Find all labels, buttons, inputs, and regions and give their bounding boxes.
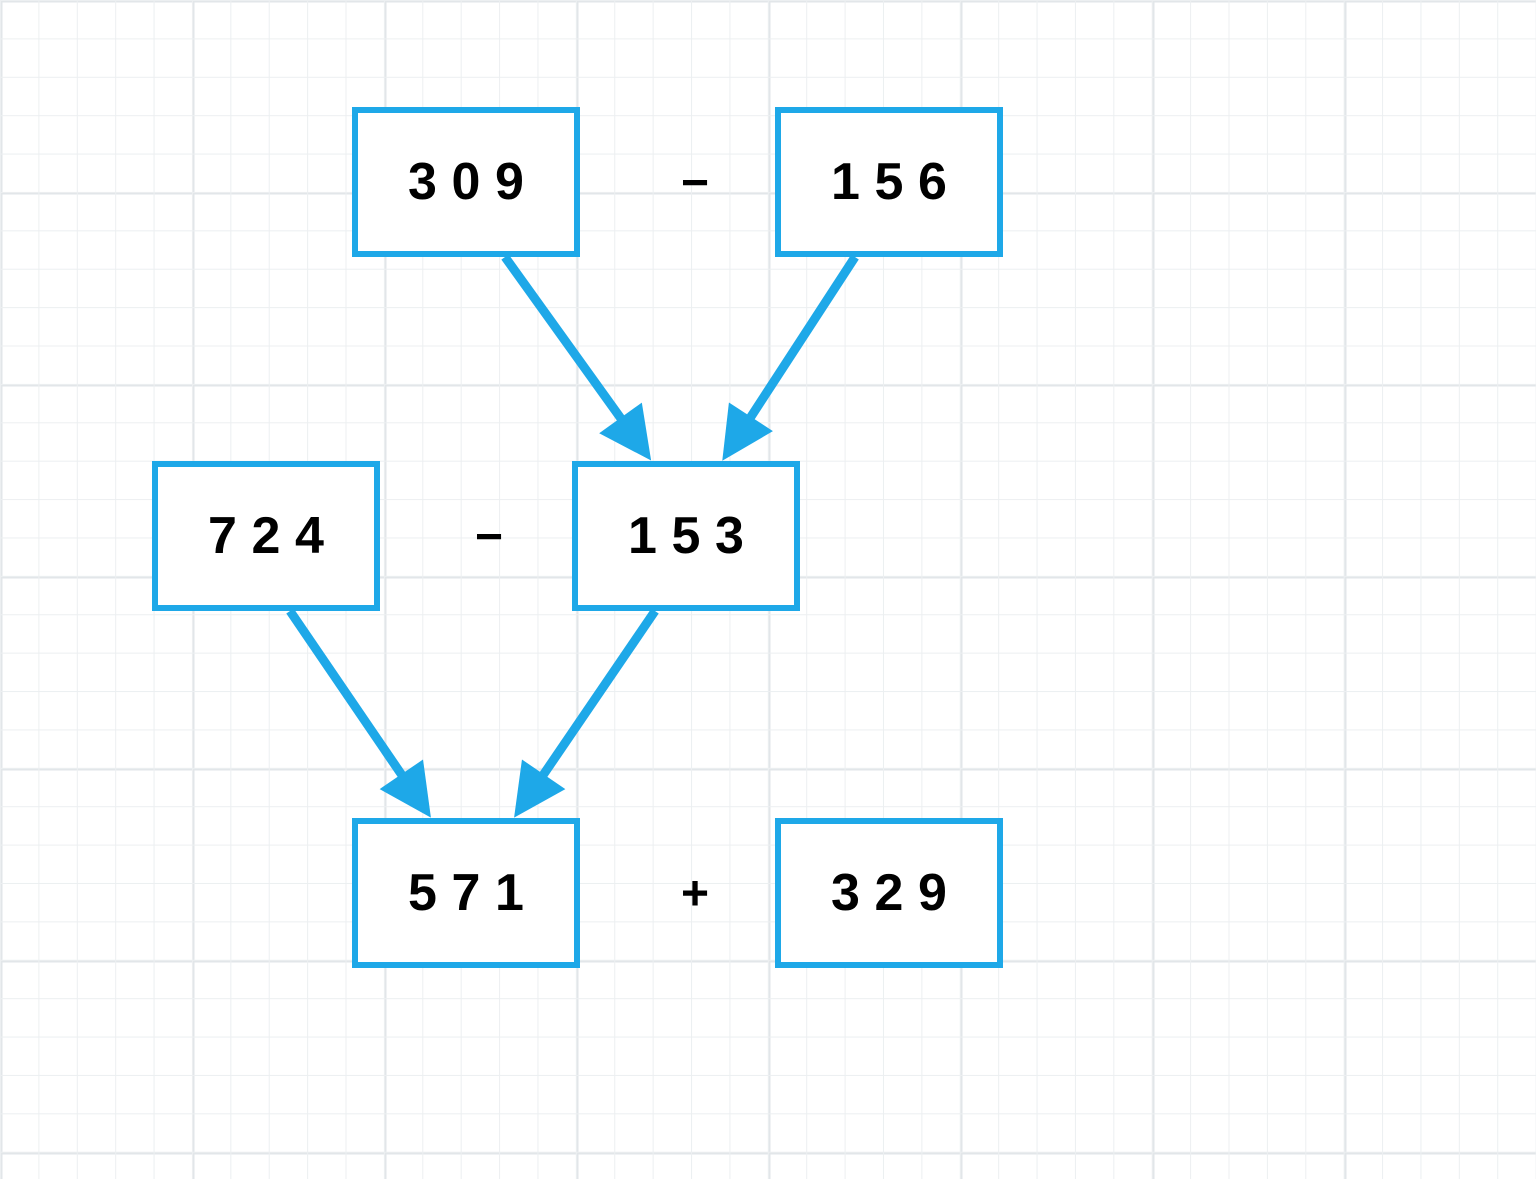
op-row1: −	[681, 156, 709, 211]
box-e-value: 571	[394, 863, 539, 923]
diagram-canvas: 309 − 156 724 − 153 571 + 329	[0, 0, 1536, 1179]
op-row3: +	[681, 867, 709, 922]
arrow-c-to-e	[290, 611, 425, 809]
box-b-value: 156	[817, 152, 962, 212]
arrow-d-to-e	[520, 611, 655, 809]
box-e: 571	[352, 818, 580, 968]
box-a-value: 309	[394, 152, 539, 212]
box-b: 156	[775, 107, 1003, 257]
box-c: 724	[152, 461, 380, 611]
box-d: 153	[572, 461, 800, 611]
box-d-value: 153	[614, 506, 759, 566]
box-a: 309	[352, 107, 580, 257]
arrow-a-to-d	[505, 257, 645, 452]
box-f: 329	[775, 818, 1003, 968]
arrow-b-to-d	[728, 257, 855, 452]
box-f-value: 329	[817, 863, 962, 923]
box-c-value: 724	[194, 506, 339, 566]
op-row2: −	[475, 510, 503, 565]
